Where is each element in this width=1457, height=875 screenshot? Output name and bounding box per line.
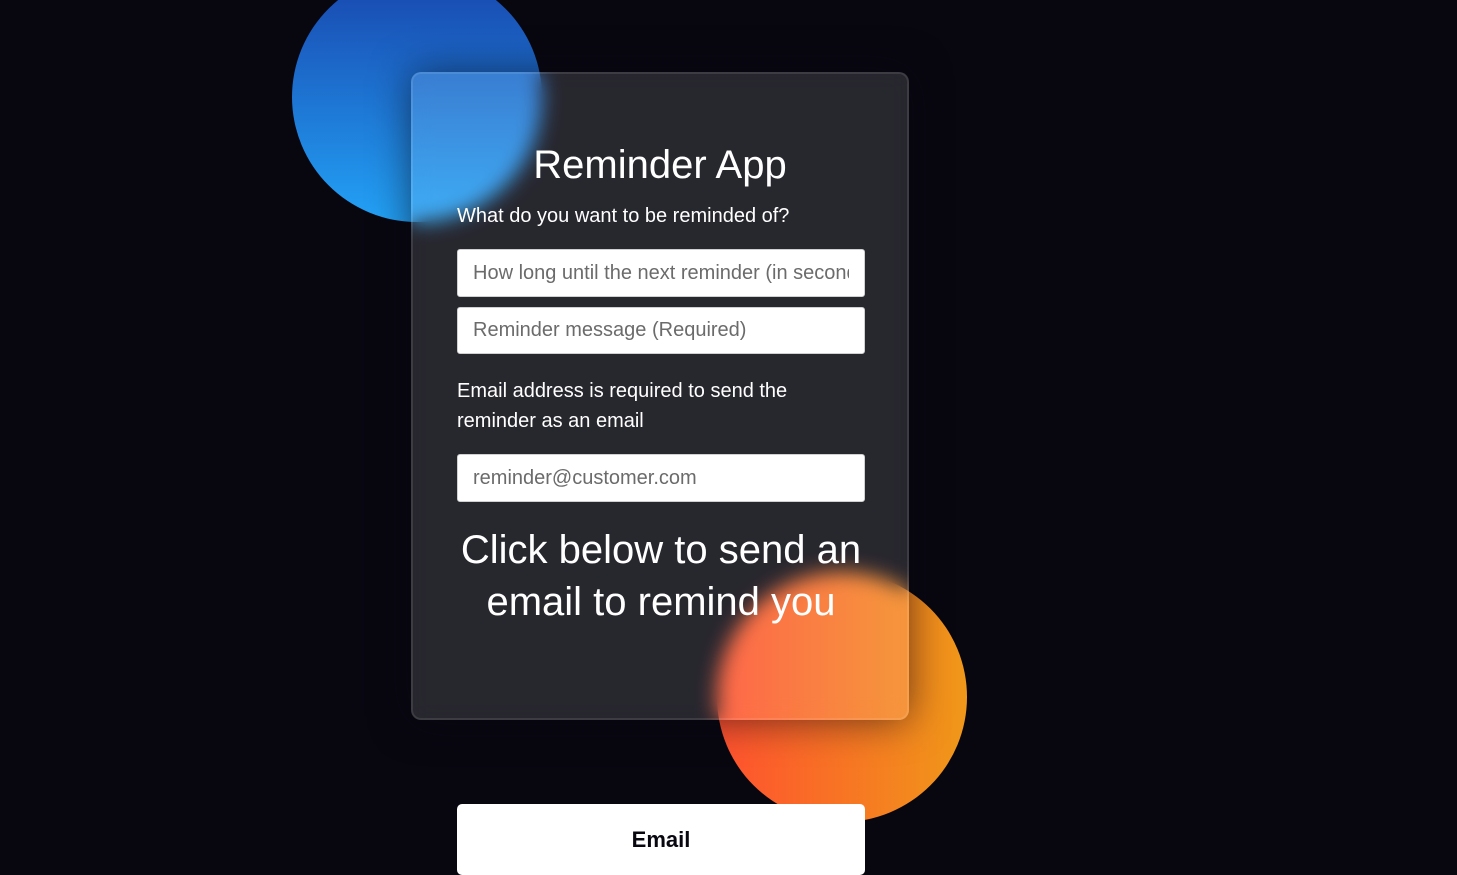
reminder-message-input[interactable] xyxy=(457,307,865,354)
send-instruction-text: Click below to send an email to remind y… xyxy=(460,528,862,624)
email-button[interactable]: Email xyxy=(457,804,865,875)
reminder-prompt-label: What do you want to be reminded of? xyxy=(457,205,790,227)
reminder-form-panel: Reminder App What do you want to be remi… xyxy=(411,72,909,720)
email-address-input[interactable] xyxy=(457,454,865,502)
page-title: Reminder App xyxy=(533,143,787,187)
page-background: Reminder App What do you want to be remi… xyxy=(0,0,1457,875)
email-requirement-note: Email address is required to send the re… xyxy=(457,380,788,432)
reminder-seconds-input[interactable] xyxy=(457,249,865,297)
